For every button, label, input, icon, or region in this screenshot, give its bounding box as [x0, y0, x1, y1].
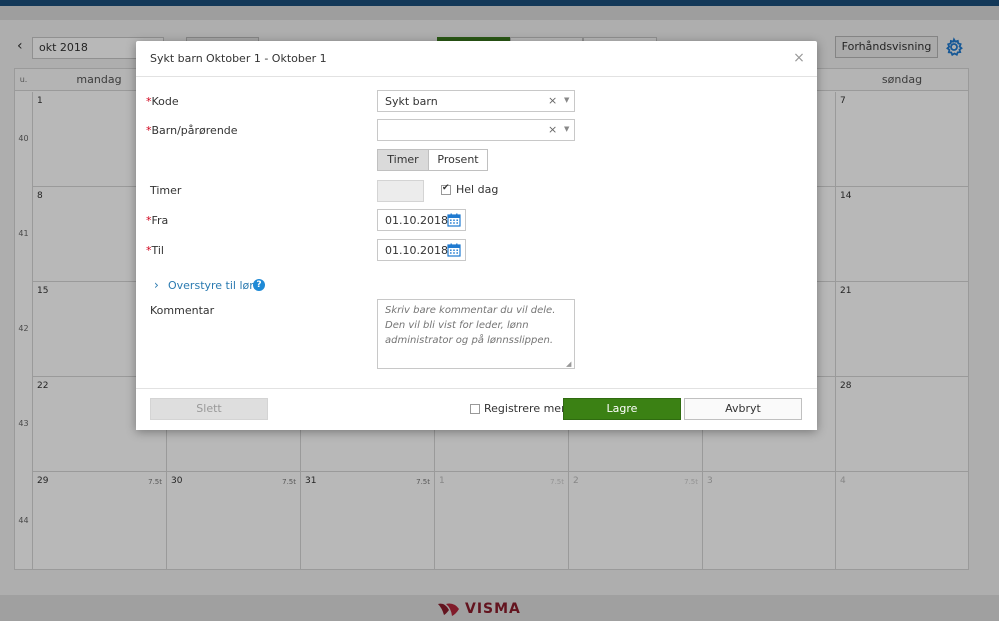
- til-label-text: Til: [151, 244, 165, 257]
- dialog-date-range: Oktober 1 - Oktober 1: [206, 52, 327, 65]
- fra-date-value: 01.10.2018: [385, 214, 448, 227]
- dialog-footer: Slett Registrere mer Lagre Avbryt: [136, 388, 817, 430]
- calendar-icon[interactable]: [447, 213, 461, 227]
- timer-label: Timer: [150, 184, 182, 197]
- fra-date-input[interactable]: 01.10.2018: [377, 209, 466, 231]
- kommentar-label: Kommentar: [150, 304, 215, 317]
- cancel-button[interactable]: Avbryt: [684, 398, 802, 420]
- chevron-down-icon[interactable]: ▼: [564, 125, 569, 133]
- hours-input[interactable]: [377, 180, 424, 202]
- chevron-right-icon: ›: [154, 278, 159, 292]
- close-icon[interactable]: ×: [792, 51, 806, 65]
- calendar-icon[interactable]: [447, 243, 461, 257]
- kode-select-value: Sykt barn: [385, 95, 438, 108]
- register-more-checkbox[interactable]: [470, 404, 480, 414]
- dialog-header: Sykt barn Oktober 1 - Oktober 1 ×: [136, 41, 817, 77]
- kode-label-text: Kode: [151, 95, 179, 108]
- barn-label: *Barn/pårørende: [146, 124, 238, 137]
- barn-label-text: Barn/pårørende: [151, 124, 238, 137]
- fra-label: *Fra: [146, 214, 168, 227]
- dialog-title: Sykt barn: [150, 52, 203, 65]
- barn-select[interactable]: × ▼: [377, 119, 575, 141]
- override-payroll-text[interactable]: Overstyre til lønn: [168, 279, 263, 292]
- resize-grip-icon[interactable]: ◢: [566, 360, 571, 368]
- hel-dag-checkbox[interactable]: [441, 183, 451, 195]
- help-icon[interactable]: ?: [253, 279, 265, 291]
- timer-toggle-button[interactable]: Timer: [377, 149, 429, 171]
- delete-button[interactable]: Slett: [150, 398, 268, 420]
- kode-select[interactable]: Sykt barn × ▼: [377, 90, 575, 112]
- til-label: *Til: [146, 244, 164, 257]
- til-date-value: 01.10.2018: [385, 244, 448, 257]
- prosent-toggle-button[interactable]: Prosent: [428, 149, 488, 171]
- absence-dialog: Sykt barn Oktober 1 - Oktober 1 × *Kode …: [136, 41, 817, 430]
- hel-dag-label: Hel dag: [456, 183, 499, 196]
- fra-label-text: Fra: [151, 214, 169, 227]
- register-more-label: Registrere mer: [484, 402, 566, 415]
- clear-icon[interactable]: ×: [548, 94, 557, 107]
- chevron-down-icon[interactable]: ▼: [564, 96, 569, 104]
- clear-icon[interactable]: ×: [548, 123, 557, 136]
- til-date-input[interactable]: 01.10.2018: [377, 239, 466, 261]
- save-button[interactable]: Lagre: [563, 398, 681, 420]
- comment-textarea[interactable]: [377, 299, 575, 369]
- kode-label: *Kode: [146, 95, 179, 108]
